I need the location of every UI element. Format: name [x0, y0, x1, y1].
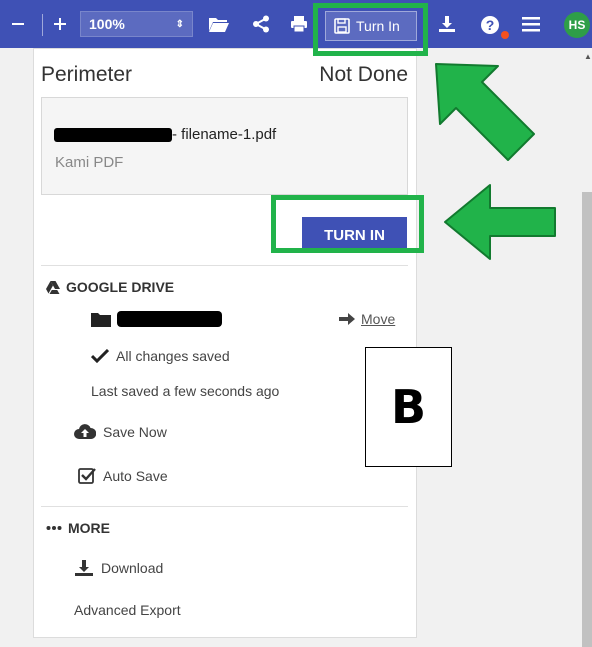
file-type: Kami PDF	[55, 154, 124, 171]
assignment-status: Not Done	[319, 63, 408, 86]
checkbox-checked-icon	[78, 468, 96, 484]
google-drive-icon	[46, 280, 60, 294]
annotation-arrow-diagonal	[435, 63, 535, 161]
folder-icon	[91, 313, 111, 327]
avatar[interactable]: HS	[564, 12, 590, 38]
file-name: - filename-1.pdf	[172, 126, 277, 143]
saved-status-text: All changes saved	[116, 348, 230, 364]
help-icon[interactable]: ?	[478, 13, 502, 37]
scrollbar-thumb[interactable]	[582, 192, 592, 647]
divider	[41, 506, 408, 507]
zoom-in-icon[interactable]	[50, 14, 70, 34]
google-drive-heading-label: GOOGLE DRIVE	[66, 279, 175, 295]
last-saved-text: Last saved a few seconds ago	[91, 383, 280, 399]
attached-file-card[interactable]: - filename-1.pdf Kami PDF	[41, 97, 408, 195]
zoom-out-icon[interactable]	[8, 14, 28, 34]
save-now-button[interactable]: Save Now	[74, 424, 167, 440]
zoom-select[interactable]: 100% ⇕	[80, 11, 193, 37]
print-icon[interactable]	[288, 13, 310, 35]
download-icon[interactable]	[436, 13, 458, 35]
turn-in-panel: Perimeter Not Done - filename-1.pdf Kami…	[33, 48, 417, 638]
download-button[interactable]: Download	[74, 559, 163, 577]
more-heading: MORE	[46, 520, 110, 536]
top-toolbar: 100% ⇕ Turn In ? HS	[0, 0, 592, 48]
share-icon[interactable]	[250, 13, 272, 35]
toolbar-divider	[42, 14, 43, 36]
google-drive-heading: GOOGLE DRIVE	[46, 279, 174, 295]
svg-text:?: ?	[486, 17, 495, 33]
divider	[41, 265, 408, 266]
more-heading-label: MORE	[68, 520, 110, 536]
redaction-bar	[54, 128, 172, 142]
auto-save-toggle[interactable]: Auto Save	[78, 467, 168, 485]
annotation-arrow-left	[444, 184, 556, 260]
highlight-toolbar-turn-in	[313, 3, 428, 56]
move-link[interactable]: Move	[339, 311, 395, 327]
highlight-turn-in-button	[271, 195, 424, 253]
assignment-title: Perimeter	[41, 63, 133, 86]
scroll-up-arrow-icon[interactable]: ▲	[584, 52, 592, 61]
auto-save-label: Auto Save	[103, 468, 168, 484]
download-label: Download	[101, 560, 164, 576]
last-saved-row: Last saved a few seconds ago	[91, 383, 279, 399]
arrow-right-icon	[339, 313, 355, 325]
download-icon	[75, 560, 93, 576]
advanced-export-button[interactable]: Advanced Export	[74, 602, 181, 618]
move-label: Move	[361, 311, 396, 327]
checkmark-icon	[91, 349, 109, 363]
annotation-label: B	[365, 347, 452, 467]
drive-folder-row	[91, 312, 111, 327]
cloud-upload-icon	[74, 424, 96, 439]
advanced-export-label: Advanced Export	[74, 602, 181, 618]
open-folder-icon[interactable]	[206, 13, 232, 35]
redaction-bar	[117, 311, 222, 327]
more-dots-icon	[46, 526, 62, 530]
select-arrows-icon: ⇕	[175, 18, 184, 30]
zoom-value: 100%	[89, 16, 125, 32]
notification-dot	[501, 31, 509, 39]
save-now-label: Save Now	[103, 424, 167, 440]
saved-status-row: All changes saved	[91, 348, 230, 364]
menu-icon[interactable]	[520, 14, 542, 34]
